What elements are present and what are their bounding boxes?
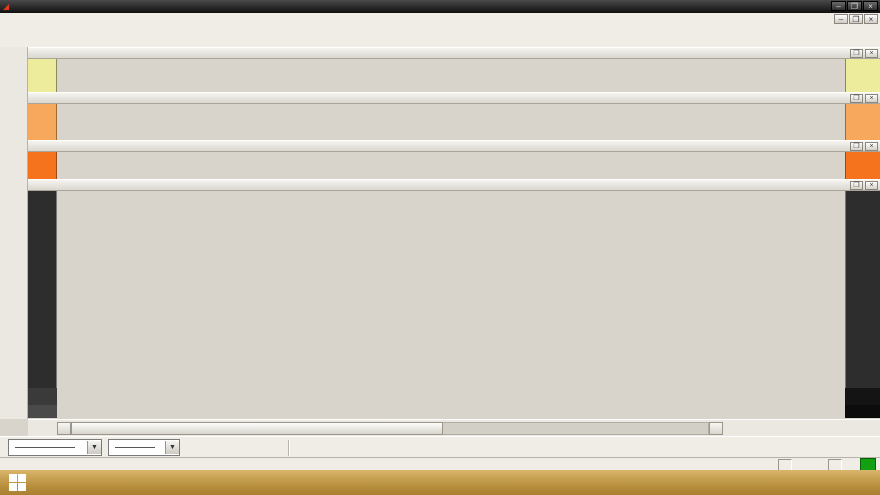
metastock-window: ◢ – ❐ × – ❐ × ❐ × bbox=[0, 0, 880, 495]
sign-osc-right-scale bbox=[845, 59, 880, 92]
document-title bbox=[310, 2, 315, 12]
line-style-dropdown[interactable]: ▼ bbox=[8, 439, 102, 456]
panel-restore-icon[interactable]: ❐ bbox=[850, 181, 863, 190]
osc-tuga-right-scale bbox=[845, 104, 880, 140]
dropdown-arrow-icon[interactable]: ▼ bbox=[87, 441, 101, 454]
sign-osc-left-scale bbox=[28, 59, 57, 92]
child-window-controls: – ❐ × bbox=[834, 14, 878, 24]
panel-close-icon[interactable]: × bbox=[865, 49, 878, 58]
title-bar: ◢ – ❐ × bbox=[0, 0, 880, 13]
hscroll-track[interactable] bbox=[443, 422, 709, 435]
trend-mi5-left-scale bbox=[28, 152, 57, 179]
minimize-button[interactable]: – bbox=[831, 1, 846, 11]
chart-area: ❐ × ❐ × ❐ × ❐ bbox=[28, 47, 880, 419]
ribbon-right-spacer bbox=[845, 388, 880, 405]
panel-close-icon[interactable]: × bbox=[865, 181, 878, 190]
x-axis-right-spacer bbox=[845, 405, 880, 418]
menu-bar: – ❐ × bbox=[0, 13, 880, 27]
close-button[interactable]: × bbox=[863, 1, 878, 11]
sign-osc-plot[interactable] bbox=[57, 59, 845, 92]
status-value-field bbox=[828, 459, 842, 471]
osc-tuga-left-scale bbox=[28, 104, 57, 140]
panel-close-icon[interactable]: × bbox=[865, 94, 878, 103]
dropdown-arrow-icon[interactable]: ▼ bbox=[165, 441, 179, 454]
osc-tuga-plot[interactable] bbox=[57, 104, 845, 140]
restore-button[interactable]: ❐ bbox=[847, 1, 862, 11]
expert-ribbon[interactable] bbox=[57, 388, 845, 405]
x-axis-left-spacer bbox=[28, 405, 57, 418]
panel-header-trend-mi5[interactable]: ❐ × bbox=[28, 140, 880, 152]
ribbon-left-spacer bbox=[28, 388, 57, 405]
window-controls: – ❐ × bbox=[831, 1, 878, 11]
trend-mi5-right-scale bbox=[845, 152, 880, 179]
child-restore-button[interactable]: ❐ bbox=[849, 14, 863, 24]
x-axis-row bbox=[28, 405, 880, 418]
line-weight-dropdown[interactable]: ▼ bbox=[108, 439, 180, 456]
panel-close-icon[interactable]: × bbox=[865, 142, 878, 151]
windows-taskbar bbox=[0, 470, 880, 495]
hscroll-left-arrow[interactable] bbox=[57, 422, 71, 435]
expert-ribbon-row bbox=[28, 388, 880, 405]
main-toolbar bbox=[0, 26, 880, 48]
drawing-toolbar bbox=[0, 47, 28, 419]
metastock-logo-icon: ◢ bbox=[3, 2, 9, 11]
chart-scroll-row bbox=[28, 419, 880, 437]
style-toolbar: ▼ ▼ bbox=[0, 436, 880, 458]
panel-restore-icon[interactable]: ❐ bbox=[850, 94, 863, 103]
windows-logo-icon bbox=[9, 474, 26, 491]
price-left-scale bbox=[28, 191, 57, 388]
panel-header-price[interactable]: ❐ × bbox=[28, 179, 880, 191]
price-plot[interactable] bbox=[57, 191, 845, 388]
status-date-field bbox=[778, 459, 792, 471]
price-right-scale bbox=[845, 191, 880, 388]
date-axis[interactable] bbox=[57, 405, 845, 418]
panel-header-osc-tuga[interactable]: ❐ × bbox=[28, 92, 880, 104]
hscroll-right-arrow[interactable] bbox=[709, 422, 723, 435]
child-close-button[interactable]: × bbox=[864, 14, 878, 24]
panel-restore-icon[interactable]: ❐ bbox=[850, 142, 863, 151]
panel-restore-icon[interactable]: ❐ bbox=[850, 49, 863, 58]
start-button[interactable] bbox=[0, 470, 34, 495]
child-minimize-button[interactable]: – bbox=[834, 14, 848, 24]
status-bar bbox=[0, 457, 880, 471]
panel-header-sign-osc[interactable]: ❐ × bbox=[28, 47, 880, 59]
trend-mi5-plot[interactable] bbox=[57, 152, 845, 179]
hscroll-thumb[interactable] bbox=[71, 422, 443, 435]
